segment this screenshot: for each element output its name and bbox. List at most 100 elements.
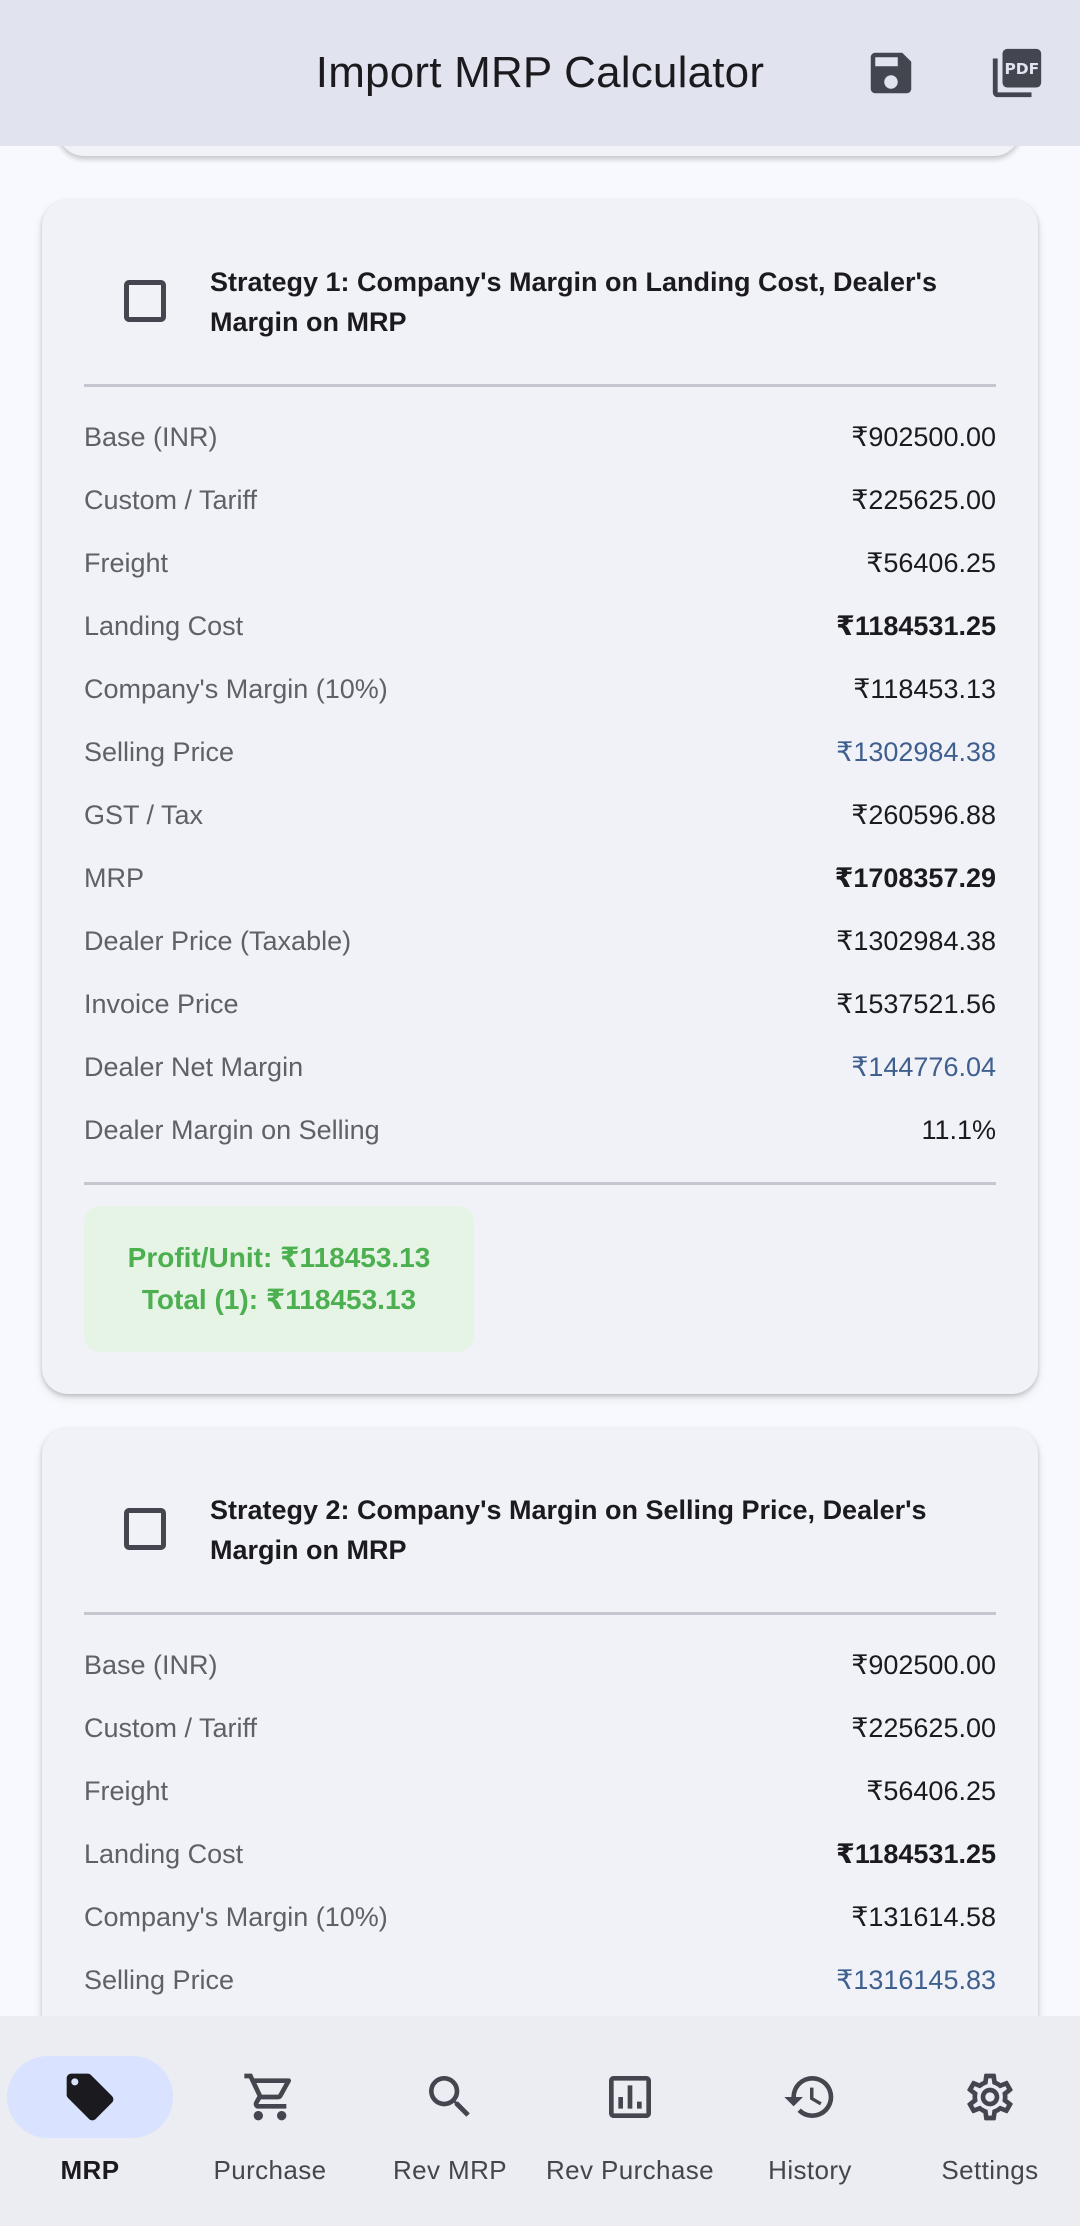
nav-item-purchase[interactable]: Purchase — [180, 2016, 360, 2226]
strategy-2-checkbox[interactable] — [124, 1508, 166, 1550]
row-value: ₹1537521.56 — [836, 989, 996, 1019]
row-value: ₹902500.00 — [851, 422, 996, 452]
pdf-icon: PDF — [992, 48, 1042, 98]
chart-icon — [609, 2076, 651, 2118]
nav-item-history[interactable]: History — [720, 2016, 900, 2226]
divider — [84, 1182, 996, 1185]
row-value: ₹1316145.83 — [836, 1965, 996, 1995]
row-value: ₹1302984.38 — [836, 737, 996, 767]
row-label: Base (INR) — [84, 422, 218, 452]
row-custom-tariff: Custom / Tariff ₹225625.00 — [84, 469, 996, 532]
row-label: Selling Price — [84, 1965, 235, 1995]
top-app-bar: Import MRP Calculator PDF — [0, 0, 1080, 146]
nav-icon-wrap — [547, 2056, 713, 2138]
row-company-margin: Company's Margin (10%) ₹118453.13 — [84, 658, 996, 721]
cart-icon — [244, 2073, 292, 2121]
row-value: ₹56406.25 — [866, 548, 996, 578]
row-dealer-margin-selling: Dealer Margin on Selling 11.1% — [84, 1099, 996, 1162]
nav-label: MRP — [60, 2155, 120, 2185]
nav-icon-wrap — [727, 2056, 893, 2138]
row-label: Custom / Tariff — [84, 485, 258, 515]
row-value: ₹56406.25 — [866, 1776, 996, 1806]
save-icon — [870, 52, 912, 94]
row-selling-price: Selling Price ₹1302984.38 — [84, 721, 996, 784]
row-freight: Freight ₹56406.25 — [84, 1760, 996, 1823]
strategy-2-breakdown: Base (INR) ₹902500.00 Custom / Tariff ₹2… — [84, 1634, 996, 2012]
export-pdf-button[interactable]: PDF — [985, 41, 1049, 105]
save-button[interactable] — [859, 41, 923, 105]
row-landing-cost: Landing Cost ₹1184531.25 — [84, 595, 996, 658]
nav-icon-wrap — [907, 2056, 1073, 2138]
nav-label: History — [768, 2155, 852, 2185]
row-label: Dealer Net Margin — [84, 1052, 304, 1082]
row-gst-tax: GST / Tax ₹260596.88 — [84, 784, 996, 847]
row-value: ₹131614.58 — [851, 1902, 996, 1932]
divider — [84, 1612, 996, 1615]
nav-label: Settings — [941, 2155, 1039, 2185]
row-value: 11.1% — [921, 1115, 996, 1145]
nav-item-rev-mrp[interactable]: Rev MRP — [360, 2016, 540, 2226]
row-value: ₹225625.00 — [851, 1713, 996, 1743]
row-label: Base (INR) — [84, 1650, 218, 1680]
row-label: Landing Cost — [84, 611, 244, 641]
nav-active-indicator — [7, 2056, 173, 2138]
strategy-2-title: Strategy 2: Company's Margin on Selling … — [210, 1495, 927, 1565]
row-company-margin: Company's Margin (10%) ₹131614.58 — [84, 1886, 996, 1949]
strategy-1-checkbox[interactable] — [124, 280, 166, 322]
row-selling-price: Selling Price ₹1316145.83 — [84, 1949, 996, 2012]
gear-icon — [967, 2073, 1013, 2121]
nav-label: Purchase — [213, 2155, 327, 2185]
tag-icon — [66, 2073, 114, 2121]
nav-icon-wrap — [367, 2056, 533, 2138]
profit-per-unit: Profit/Unit: ₹118453.13 — [127, 1242, 431, 1273]
strategy-card-header[interactable]: Strategy 2: Company's Margin on Selling … — [42, 1428, 1038, 1608]
row-dealer-price: Dealer Price (Taxable) ₹1302984.38 — [84, 910, 996, 973]
profit-total: Total (1): ₹118453.13 — [141, 1284, 417, 1315]
pdf-icon-label: PDF — [1004, 60, 1039, 78]
row-label: Company's Margin (10%) — [84, 1902, 388, 1932]
row-label: MRP — [84, 863, 144, 893]
nav-item-rev-purchase[interactable]: Rev Purchase — [540, 2016, 720, 2226]
nav-item-mrp[interactable]: MRP — [0, 2016, 180, 2226]
row-label: Freight — [84, 548, 169, 578]
strategy-1-breakdown: Base (INR) ₹902500.00 Custom / Tariff ₹2… — [84, 406, 996, 1162]
row-label: Invoice Price — [84, 989, 239, 1019]
bottom-navigation-bar: MRP Purchase Rev MRP Rev Purchase Histor… — [0, 2016, 1080, 2226]
row-value: ₹225625.00 — [851, 485, 996, 515]
row-label: Company's Margin (10%) — [84, 674, 388, 704]
row-freight: Freight ₹56406.25 — [84, 532, 996, 595]
row-value: ₹118453.13 — [853, 674, 996, 704]
row-label: Freight — [84, 1776, 169, 1806]
row-invoice-price: Invoice Price ₹1537521.56 — [84, 973, 996, 1036]
row-value: ₹260596.88 — [851, 800, 996, 830]
history-icon — [784, 2076, 834, 2118]
row-value: ₹1184531.25 — [836, 611, 996, 641]
nav-label: Rev Purchase — [545, 2155, 715, 2185]
row-value: ₹1302984.38 — [836, 926, 996, 956]
search-icon — [429, 2076, 470, 2117]
strategy-card-1: Strategy 1: Company's Margin on Landing … — [42, 200, 1038, 1394]
row-label: GST / Tax — [84, 800, 204, 830]
nav-item-settings[interactable]: Settings — [900, 2016, 1080, 2226]
row-dealer-net-margin: Dealer Net Margin ₹144776.04 — [84, 1036, 996, 1099]
strategy-card-header[interactable]: Strategy 1: Company's Margin on Landing … — [42, 200, 1038, 380]
nav-icon-wrap — [187, 2056, 353, 2138]
nav-label: Rev MRP — [392, 2155, 508, 2185]
row-base: Base (INR) ₹902500.00 — [84, 1634, 996, 1697]
row-label: Landing Cost — [84, 1839, 244, 1869]
row-mrp: MRP ₹1708357.29 — [84, 847, 996, 910]
row-custom-tariff: Custom / Tariff ₹225625.00 — [84, 1697, 996, 1760]
row-base: Base (INR) ₹902500.00 — [84, 406, 996, 469]
row-landing-cost: Landing Cost ₹1184531.25 — [84, 1823, 996, 1886]
divider — [84, 384, 996, 387]
row-value: ₹1708357.29 — [834, 863, 996, 893]
profit-summary-box: Profit/Unit: ₹118453.13 Total (1): ₹1184… — [84, 1206, 474, 1352]
row-label: Dealer Price (Taxable) — [84, 926, 352, 956]
row-value: ₹144776.04 — [851, 1052, 996, 1082]
row-value: ₹902500.00 — [851, 1650, 996, 1680]
strategy-1-title: Strategy 1: Company's Margin on Landing … — [210, 267, 937, 337]
row-label: Dealer Margin on Selling — [84, 1115, 380, 1145]
results-scroll-area[interactable]: Strategy 1: Company's Margin on Landing … — [0, 0, 1080, 2226]
row-value: ₹1184531.25 — [836, 1839, 996, 1869]
row-label: Custom / Tariff — [84, 1713, 258, 1743]
